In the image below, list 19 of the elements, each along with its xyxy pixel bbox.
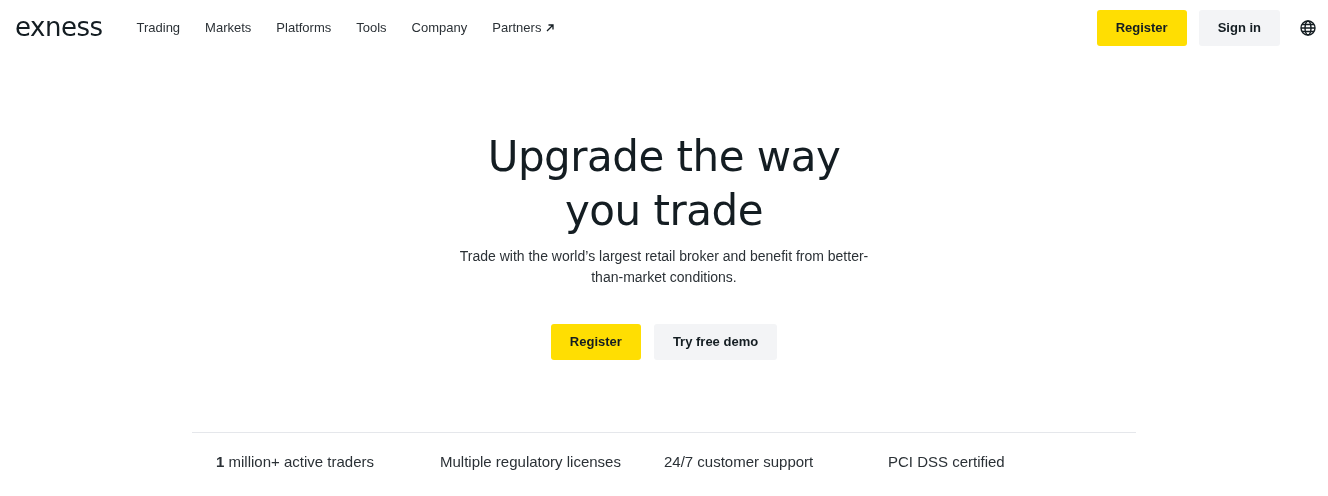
nav-link[interactable]: Markets [205,18,252,38]
demo-button[interactable]: Try free demo [653,324,778,360]
nav-link[interactable]: Trading [136,18,181,38]
stat-text: 1 million+ active traders [216,452,375,472]
stat-text: PCI DSS certified [888,452,1006,472]
sign-in-button[interactable]: Sign in [1198,10,1280,46]
nav-link[interactable]: Partners [492,18,555,38]
stat-text: 24/7 customer support [664,452,815,472]
register-button[interactable]: Register [1096,10,1187,46]
globe-icon[interactable] [1300,20,1316,36]
logo[interactable]: exness [15,14,103,40]
hero-subtitle: Trade with the world’s largest retail broker and benefit from better-than-market conditions. [458,247,870,287]
register-button[interactable]: Register [550,324,641,360]
nav-link[interactable]: Platforms [276,18,332,38]
nav-link[interactable]: Tools [356,18,387,38]
external-arrow-icon [546,24,555,32]
hero-title: Upgrade the way you trade [486,131,842,237]
nav-link[interactable]: Company [411,18,468,38]
stat-text: Multiple regulatory licenses [440,452,622,472]
